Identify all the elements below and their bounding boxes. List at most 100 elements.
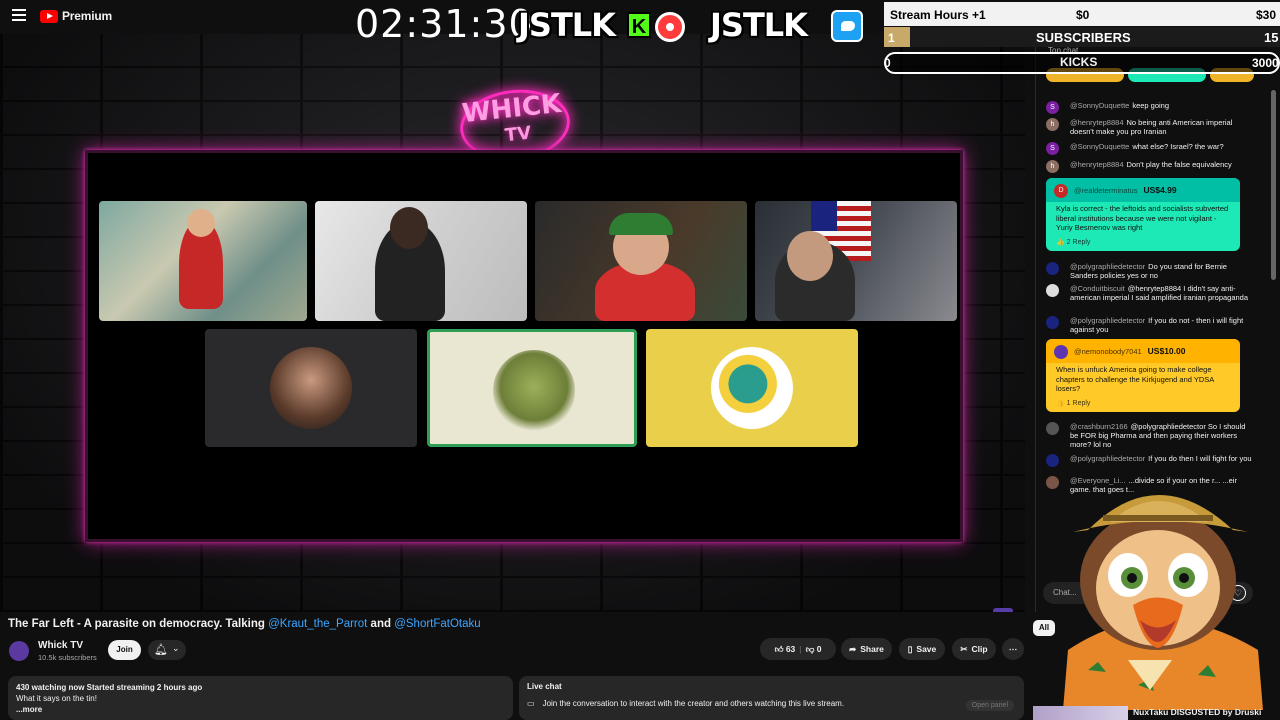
participant-tile-4 bbox=[755, 201, 957, 321]
avatar: h bbox=[1046, 118, 1059, 131]
participant-tile-7 bbox=[646, 329, 858, 447]
title-text: The Far Left - A parasite on democracy. … bbox=[8, 618, 269, 630]
participant-tile-1 bbox=[99, 201, 307, 321]
more-link[interactable]: ...more bbox=[16, 704, 505, 715]
chat-bubble-icon: ▭ bbox=[527, 699, 535, 708]
participant-tile-5 bbox=[205, 329, 417, 447]
share-button[interactable]: ➦ Share bbox=[841, 638, 892, 660]
like-button[interactable]: 👍︎ 63 bbox=[775, 644, 796, 655]
stream-hours-goal: Stream Hours +1 $0 $30 bbox=[884, 2, 1280, 26]
more-actions-button[interactable]: ⋯ bbox=[1002, 638, 1024, 660]
subscribers-label: SUBSCRIBERS bbox=[1036, 30, 1131, 45]
avatar: D bbox=[1054, 184, 1068, 198]
super-chat[interactable]: D @realdeterminatus US$4.99 Kyla is corr… bbox=[1046, 178, 1240, 251]
flag-avatar bbox=[1046, 454, 1059, 467]
more-icon: ⋯ bbox=[1008, 643, 1018, 654]
subscribers-current: 1 bbox=[888, 31, 895, 45]
chat-scrollbar[interactable] bbox=[1271, 90, 1276, 280]
stream-meta: 430 watching now Started streaming 2 hou… bbox=[16, 683, 203, 692]
stream-hours-label: Stream Hours +1 bbox=[890, 8, 986, 22]
channel-name[interactable]: Whick TV bbox=[38, 640, 83, 651]
twitter-icon bbox=[831, 10, 863, 42]
notifications-button[interactable]: 🔔︎ ⌄ bbox=[148, 640, 186, 660]
chat-text: what else? Israel? the war? bbox=[1132, 142, 1224, 151]
avatar bbox=[1054, 345, 1068, 359]
chat-message: h @henrytep8884 No being anti American im… bbox=[1046, 118, 1254, 136]
bookmark-icon: ▯ bbox=[907, 643, 913, 654]
avatar bbox=[1046, 284, 1059, 297]
chat-author: @crashburn2166 bbox=[1070, 422, 1128, 431]
parrot-mascot bbox=[1063, 495, 1263, 710]
reply-button[interactable]: Reply bbox=[1073, 400, 1091, 407]
chat-message: h @henrytep8884 Don't play the false equi… bbox=[1046, 160, 1254, 173]
chat-text: Don't play the false equivalency bbox=[1126, 160, 1232, 169]
live-chat-text: Join the conversation to interact with t… bbox=[542, 699, 845, 708]
subscribers-target: 15 bbox=[1264, 30, 1279, 45]
youtube-logo[interactable]: Premium bbox=[40, 9, 112, 23]
thumbs-up-icon[interactable]: 👍 bbox=[1056, 239, 1065, 246]
title-and: and bbox=[367, 618, 395, 630]
chat-author: @Conduitbiscuit bbox=[1070, 284, 1125, 293]
chat-message: @polygraphliedetector Do you stand for Be… bbox=[1046, 262, 1254, 280]
chat-author: @polygraphliedetector bbox=[1070, 454, 1146, 463]
flag-avatar bbox=[1046, 316, 1059, 329]
stream-timer: 02:31:30 bbox=[355, 2, 534, 46]
like-count: 63 bbox=[785, 643, 796, 654]
chat-message: @Conduitbiscuit @henrytep8884 I didn't sa… bbox=[1046, 284, 1254, 302]
avatar bbox=[1046, 422, 1059, 435]
amount-target: $30 bbox=[1256, 8, 1277, 22]
chat-message: @polygraphliedetector If you do not - the… bbox=[1046, 316, 1254, 334]
jstlk-brand-kick: JSTLK bbox=[518, 6, 616, 44]
super-chat[interactable]: @nemonobody7041 US$10.00 When is unfuck … bbox=[1046, 339, 1240, 412]
share-icon: ➦ bbox=[849, 643, 857, 654]
description-text: What it says on the tin! bbox=[16, 694, 97, 703]
stream-goals-overlay: Stream Hours +1 $0 $30 1 SUBSCRIBERS 15 … bbox=[884, 0, 1280, 76]
like-dislike-group: 👍︎ 63 | 👎︎ 0 bbox=[760, 638, 836, 660]
super-chat-amount: US$4.99 bbox=[1143, 185, 1177, 196]
reply-button[interactable]: Reply bbox=[1073, 239, 1091, 246]
related-video-thumbnail[interactable] bbox=[1033, 706, 1128, 720]
chat-message: @polygraphliedetector If you do then I wi… bbox=[1046, 454, 1254, 467]
clip-button[interactable]: ✂ Clip bbox=[952, 638, 996, 660]
share-label: Share bbox=[860, 644, 884, 654]
like-count: 2 bbox=[1066, 238, 1071, 246]
subscriber-count: 10.5k subscribers bbox=[38, 653, 97, 662]
channel-avatar[interactable] bbox=[9, 641, 29, 661]
super-chat-amount: US$10.00 bbox=[1147, 346, 1186, 357]
kicks-label: KICKS bbox=[1060, 55, 1098, 69]
avatar: S bbox=[1046, 101, 1059, 114]
super-chat-text: Kyla is correct - the leftoids and socia… bbox=[1056, 204, 1229, 232]
mention-link-shortfatotaku[interactable]: @ShortFatOtaku bbox=[394, 618, 480, 630]
kick-icon: K bbox=[627, 12, 651, 38]
open-panel-button[interactable]: Open panel bbox=[965, 700, 1014, 711]
subscribers-goal: 1 SUBSCRIBERS 15 bbox=[884, 27, 1280, 47]
video-player[interactable]: WHICK TV bbox=[0, 34, 1025, 612]
video-title: The Far Left - A parasite on democracy. … bbox=[8, 618, 481, 630]
scissors-icon: ✂ bbox=[960, 643, 968, 654]
chat-author: @polygraphliedetector bbox=[1070, 262, 1146, 271]
kicks-current: 0 bbox=[884, 56, 891, 70]
flag-avatar bbox=[1046, 262, 1059, 275]
mention-link-kraut[interactable]: @Kraut_the_Parrot bbox=[268, 618, 367, 630]
join-button[interactable]: Join bbox=[108, 640, 141, 660]
live-chat-title: Live chat bbox=[527, 682, 562, 691]
chat-author: @henrytep8884 bbox=[1070, 160, 1124, 169]
premium-label: Premium bbox=[62, 9, 112, 23]
neon-logo-sub: TV bbox=[503, 122, 533, 147]
chat-author: @henrytep8884 bbox=[1070, 118, 1124, 127]
save-button[interactable]: ▯ Save bbox=[899, 638, 945, 660]
participants-screen bbox=[85, 150, 963, 542]
clip-label: Clip bbox=[971, 644, 988, 654]
filter-chip-all[interactable]: All bbox=[1033, 620, 1055, 636]
thumbs-up-icon[interactable]: 👍 bbox=[1056, 400, 1065, 407]
rumble-icon bbox=[655, 12, 685, 42]
description-box[interactable]: 430 watching now Started streaming 2 hou… bbox=[8, 676, 513, 720]
menu-icon[interactable] bbox=[12, 9, 26, 21]
participant-tile-3 bbox=[535, 201, 747, 321]
participant-tile-6-active-speaker bbox=[427, 329, 637, 447]
channel-watermark-icon[interactable] bbox=[993, 608, 1013, 612]
avatar: S bbox=[1046, 142, 1059, 155]
dislike-count: 0 bbox=[816, 643, 822, 654]
related-video-title[interactable]: NuxTaku DISGUSTED by Druski bbox=[1133, 707, 1261, 717]
dislike-button[interactable]: 👎︎ 0 bbox=[806, 644, 822, 655]
